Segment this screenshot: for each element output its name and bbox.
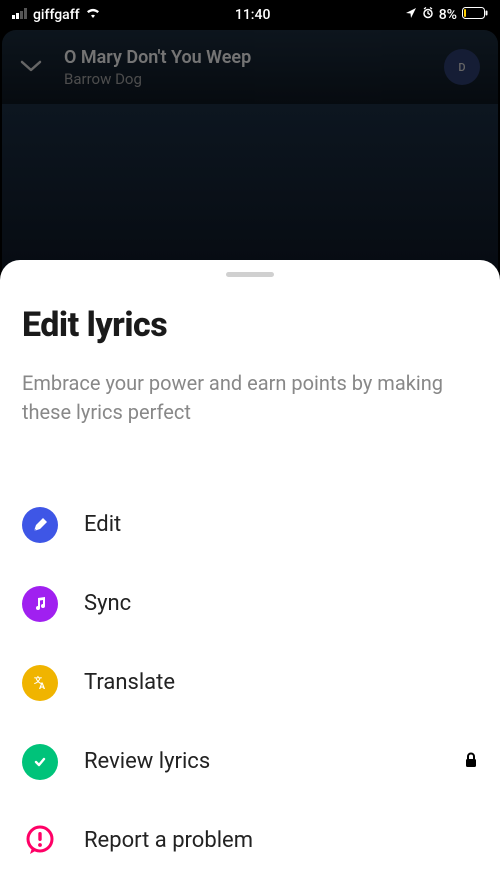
sheet-title: Edit lyrics [22,305,478,345]
music-note-icon [22,586,58,622]
translate-icon: 文A [22,665,58,701]
option-edit-label: Edit [84,512,478,537]
status-bar: giffgaff 11:40 8% [0,0,500,30]
track-info: O Mary Don't You Weep Barrow Dog [64,47,444,88]
option-sync-label: Sync [84,591,478,616]
check-badge-icon [22,744,58,780]
signal-icon [12,7,28,23]
lock-icon [464,752,478,772]
chevron-down-icon[interactable] [20,58,42,77]
battery-icon [462,7,488,23]
wifi-icon [85,7,101,23]
option-edit[interactable]: Edit [22,485,478,564]
option-translate-label: Translate [84,670,478,695]
avatar[interactable]: D [444,49,480,85]
sheet-handle[interactable] [226,272,274,277]
location-icon [405,7,417,23]
clock: 11:40 [235,7,271,23]
sheet-subtitle: Embrace your power and earn points by ma… [22,369,478,427]
pencil-icon [22,507,58,543]
warning-bubble-icon [22,823,58,859]
option-report[interactable]: Report a problem [22,801,478,880]
option-review-label: Review lyrics [84,749,464,774]
carrier-label: giffgaff [33,7,80,23]
edit-lyrics-sheet: Edit lyrics Embrace your power and earn … [0,260,500,889]
option-review[interactable]: Review lyrics [22,722,478,801]
track-artist: Barrow Dog [64,70,444,88]
svg-text:A: A [39,682,46,692]
option-translate[interactable]: 文A Translate [22,643,478,722]
alarm-icon [422,7,434,23]
player-header: O Mary Don't You Weep Barrow Dog D [2,30,498,104]
status-right: 8% [405,7,488,23]
option-report-label: Report a problem [84,828,478,853]
battery-percent: 8% [439,7,457,23]
track-title: O Mary Don't You Weep [64,47,444,68]
status-left: giffgaff [12,7,101,23]
option-sync[interactable]: Sync [22,564,478,643]
